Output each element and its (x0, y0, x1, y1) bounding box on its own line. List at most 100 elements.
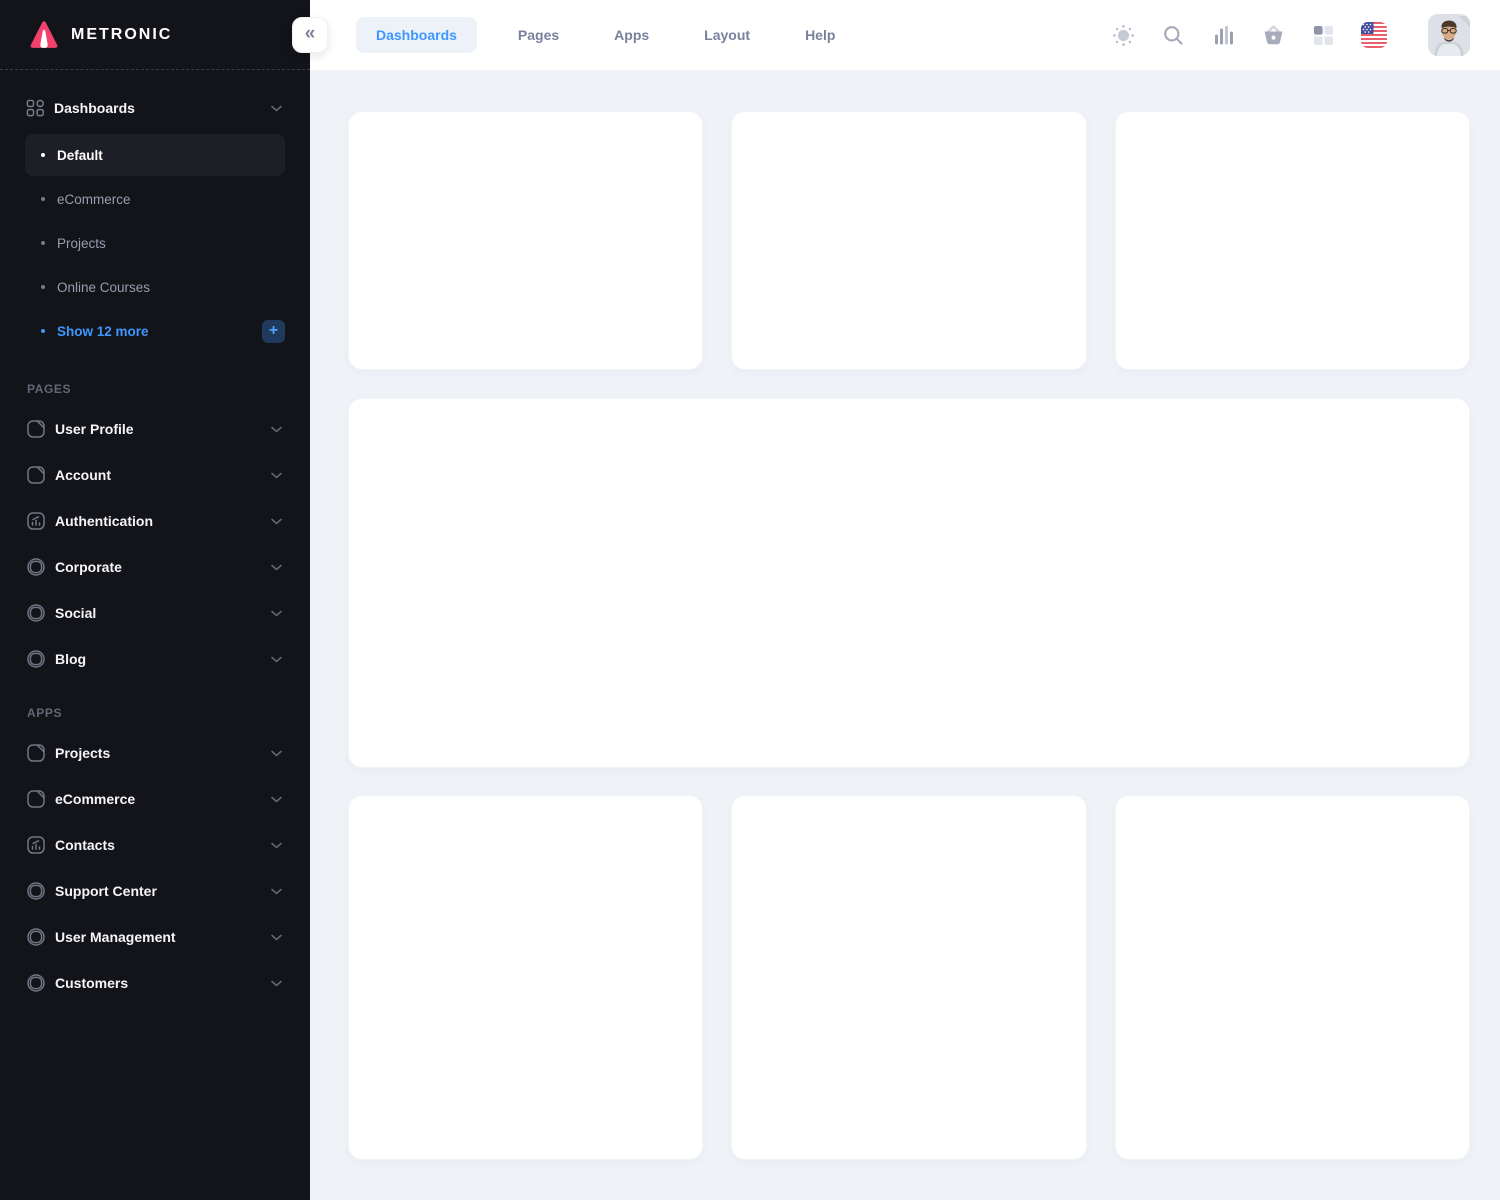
tab-pages[interactable]: Pages (504, 17, 573, 53)
bullet-icon (41, 241, 45, 245)
sidebar-menu: Dashboards Default eCommerce Projects On… (0, 70, 310, 1006)
sidebar-item-label: Corporate (55, 559, 271, 575)
sidebar-item-label: User Profile (55, 421, 271, 437)
dashboard-grid-icon (26, 99, 45, 118)
sidebar-item-label: Projects (55, 745, 271, 761)
chevron-down-icon (271, 518, 282, 525)
search-icon[interactable] (1161, 23, 1186, 48)
bullet-icon (41, 285, 45, 289)
cards-row-top (348, 111, 1470, 370)
dashboard-card (1115, 795, 1470, 1160)
file-icon (26, 465, 46, 485)
sidebar-item-label: Contacts (55, 837, 271, 853)
sidebar-logo-row: METRONIC (0, 0, 310, 70)
sidebar: METRONIC Dashboards Default eCommerce Pr… (0, 0, 310, 1200)
sidebar-item-contacts[interactable]: Contacts (0, 822, 310, 868)
show-more-plus-button[interactable]: + (262, 320, 285, 343)
chevron-down-icon (271, 564, 282, 571)
chevron-down-icon (271, 842, 282, 849)
chevron-down-icon (271, 934, 282, 941)
apps-grid-icon[interactable] (1311, 23, 1336, 48)
theme-toggle-sun-icon[interactable] (1111, 23, 1136, 48)
tab-apps[interactable]: Apps (600, 17, 663, 53)
chevron-down-icon (271, 610, 282, 617)
dashboard-card (731, 795, 1086, 1160)
shopping-basket-icon[interactable] (1261, 23, 1286, 48)
tab-help[interactable]: Help (791, 17, 849, 53)
globe-icon (26, 557, 46, 577)
cards-row-bottom (348, 795, 1470, 1160)
chevron-down-icon (271, 105, 282, 112)
dashboard-content (310, 70, 1500, 1200)
metronic-logo-icon (27, 18, 61, 52)
dashboard-card (1115, 111, 1470, 370)
chevron-down-icon (271, 796, 282, 803)
dashboard-card (348, 795, 703, 1160)
bullet-icon (41, 329, 45, 333)
tab-layout[interactable]: Layout (690, 17, 764, 53)
chevron-down-icon (271, 750, 282, 757)
sidebar-toggle-button[interactable]: « (292, 17, 328, 53)
sidebar-subitem-show-more[interactable]: Show 12 more + (25, 310, 285, 352)
globe-icon (26, 603, 46, 623)
file-icon (26, 789, 46, 809)
sidebar-item-label: Customers (55, 975, 271, 991)
sidebar-item-user-management[interactable]: User Management (0, 914, 310, 960)
chevron-down-icon (271, 980, 282, 987)
statistics-bars-icon[interactable] (1211, 23, 1236, 48)
sidebar-subitem-label: Default (57, 148, 103, 163)
section-title-apps: APPS (0, 682, 310, 730)
sidebar-item-dashboards[interactable]: Dashboards (0, 86, 310, 130)
sidebar-subitem-ecommerce[interactable]: eCommerce (25, 178, 285, 220)
chart-icon (26, 511, 46, 531)
globe-icon (26, 881, 46, 901)
sidebar-item-blog[interactable]: Blog (0, 636, 310, 682)
sidebar-item-label: Support Center (55, 883, 271, 899)
header-tabs: Dashboards Pages Apps Layout Help (356, 17, 849, 53)
language-flag-us-icon[interactable] (1361, 22, 1387, 48)
user-avatar[interactable] (1428, 14, 1470, 56)
sidebar-item-user-profile[interactable]: User Profile (0, 406, 310, 452)
sidebar-item-customers[interactable]: Customers (0, 960, 310, 1006)
sidebar-item-support-center[interactable]: Support Center (0, 868, 310, 914)
sidebar-item-label: Dashboards (54, 100, 271, 116)
chevron-down-icon (271, 888, 282, 895)
sidebar-item-label: Authentication (55, 513, 271, 529)
dashboard-card (348, 111, 703, 370)
sidebar-item-label: Account (55, 467, 271, 483)
chevron-down-icon (271, 426, 282, 433)
sidebar-subitem-label: eCommerce (57, 192, 131, 207)
sidebar-item-corporate[interactable]: Corporate (0, 544, 310, 590)
sidebar-item-label: Blog (55, 651, 271, 667)
sidebar-subitem-online-courses[interactable]: Online Courses (25, 266, 285, 308)
chevron-down-icon (271, 656, 282, 663)
header-icon-group (1111, 14, 1470, 56)
sidebar-subitem-label: Projects (57, 236, 106, 251)
show-more-label: Show 12 more (57, 324, 149, 339)
file-icon (26, 743, 46, 763)
chart-icon (26, 835, 46, 855)
sidebar-item-label: eCommerce (55, 791, 271, 807)
sidebar-item-account[interactable]: Account (0, 452, 310, 498)
sidebar-item-authentication[interactable]: Authentication (0, 498, 310, 544)
sidebar-item-projects-app[interactable]: Projects (0, 730, 310, 776)
brand-name: METRONIC (71, 26, 172, 44)
sidebar-item-social[interactable]: Social (0, 590, 310, 636)
globe-icon (26, 973, 46, 993)
globe-icon (26, 649, 46, 669)
chevron-down-icon (271, 472, 282, 479)
sidebar-subitem-label: Online Courses (57, 280, 150, 295)
globe-icon (26, 927, 46, 947)
sidebar-subitem-default[interactable]: Default (25, 134, 285, 176)
dashboards-submenu: Default eCommerce Projects Online Course… (0, 130, 310, 358)
file-icon (26, 419, 46, 439)
dashboard-card (731, 111, 1086, 370)
bullet-icon (41, 197, 45, 201)
sidebar-item-label: Social (55, 605, 271, 621)
section-title-pages: PAGES (0, 358, 310, 406)
bullet-icon (41, 153, 45, 157)
tab-dashboards[interactable]: Dashboards (356, 17, 477, 53)
sidebar-item-ecommerce-app[interactable]: eCommerce (0, 776, 310, 822)
sidebar-subitem-projects[interactable]: Projects (25, 222, 285, 264)
main-wrapper: Dashboards Pages Apps Layout Help (310, 0, 1500, 1200)
